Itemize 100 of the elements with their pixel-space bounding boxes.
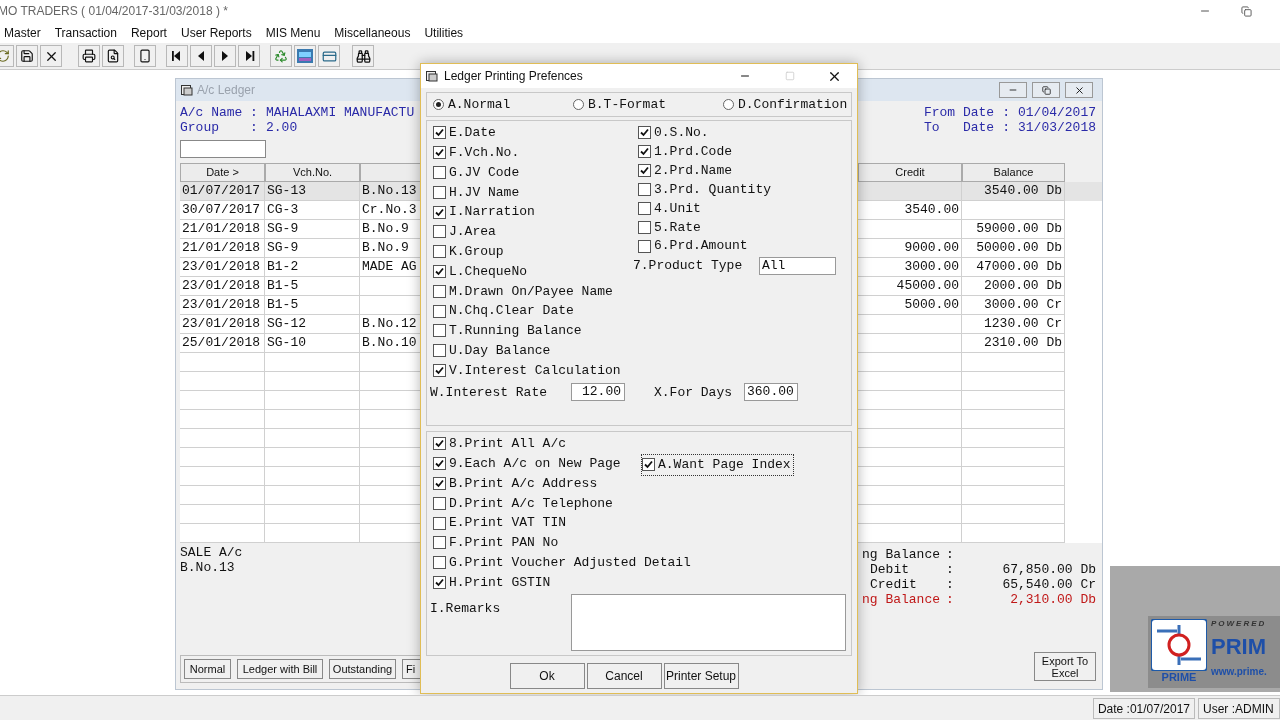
table-cell: B.No.13	[362, 182, 417, 200]
table-cell: 2310.00 Db	[984, 334, 1062, 352]
table-cell: 23/01/2018	[182, 258, 260, 276]
table-cell: 2000.00 Db	[984, 277, 1062, 295]
info-label: To Date	[923, 120, 995, 135]
field-label: I.Remarks	[430, 600, 502, 619]
table-cell: 23/01/2018	[182, 315, 260, 333]
table-cell: 3540.00	[904, 201, 959, 219]
summary-label: Debit	[869, 562, 910, 577]
checkbox-label: H.Print GSTIN	[449, 573, 551, 592]
logo-name: PRIM	[1211, 633, 1267, 661]
field-label: X.For Days	[654, 383, 733, 402]
field-label: W.Interest Rate	[430, 383, 549, 402]
table-cell: MADE AG	[362, 258, 417, 276]
table-cell: 25/01/2018	[182, 334, 260, 352]
table-cell: B.No.10	[362, 334, 417, 352]
checkbox-label: V.Interest Calculation	[449, 361, 621, 380]
info-separator: :	[250, 120, 259, 135]
checkbox-label: E.Print VAT TIN	[449, 514, 567, 533]
checkbox-label: J.Area	[449, 223, 496, 242]
checkbox-label: 6.Prd.Amount	[654, 237, 748, 256]
info-separator: :	[1002, 120, 1010, 135]
summary-value: 65,540.00 Cr	[1002, 577, 1096, 592]
summary-separator: :	[946, 577, 955, 592]
checkbox-label: 4.Unit	[654, 199, 701, 218]
checkbox-label: E.Date	[449, 124, 496, 143]
info-label: Group	[180, 120, 220, 135]
table-cell: 45000.00	[896, 277, 959, 295]
logo-url: www.prime.	[1211, 665, 1267, 679]
summary-value: 2,310.00 Db	[1010, 592, 1096, 607]
summary-value: 67,850.00 Db	[1002, 562, 1096, 577]
table-cell: 3000.00	[904, 258, 959, 276]
logo-text: PRIME	[1161, 671, 1197, 684]
table-cell: B1-5	[267, 296, 299, 314]
checkbox-label: 2.Prd.Name	[654, 161, 732, 180]
table-cell: B.No.9	[362, 239, 409, 257]
checkbox-label: G.Print Voucher Adjusted Detail	[449, 553, 691, 572]
checkbox-label: I.Narration	[449, 203, 535, 222]
checkbox-label: F.Print PAN No	[449, 534, 559, 553]
info-label: From Date	[923, 105, 995, 120]
checkbox-label: 9.Each A/c on New Page	[449, 454, 621, 473]
dialog-title: Ledger Printing Prefences	[444, 68, 583, 85]
info-separator: :	[1002, 105, 1010, 120]
summary-label: ng Balance	[862, 547, 941, 562]
summary-separator: :	[946, 592, 955, 607]
summary-label: ng Balance	[862, 592, 941, 607]
summary-separator: :	[946, 547, 955, 562]
table-cell: Cr.No.3	[362, 201, 417, 219]
table-cell: SG-9	[267, 220, 299, 238]
info-value: 2.00	[266, 120, 298, 135]
table-cell: SG-13	[267, 182, 306, 200]
checkbox-label: G.JV Code	[449, 163, 520, 182]
table-cell: 30/07/2017	[182, 201, 260, 219]
checkbox-label: M.Drawn On/Payee Name	[449, 282, 613, 301]
checkbox-label: 8.Print All A/c	[449, 435, 567, 454]
info-value: 31/03/2018	[1018, 120, 1096, 135]
field-label: 7.Product Type	[633, 257, 744, 276]
checkbox-label: 3.Prd. Quantity	[654, 180, 772, 199]
table-cell: SG-12	[267, 315, 306, 333]
table-cell: B.No.9	[362, 220, 409, 238]
info-value: 01/04/2017	[1018, 105, 1096, 120]
checkbox-label: N.Chq.Clear Date	[449, 302, 574, 321]
table-cell: 01/07/2017	[182, 182, 260, 200]
table-cell: 3540.00 Db	[984, 182, 1062, 200]
table-cell: SG-9	[267, 239, 299, 257]
radio-label: A.Normal	[448, 95, 511, 114]
table-cell: CG-3	[267, 201, 299, 219]
logo-tagline: POWERED	[1211, 618, 1267, 630]
checkbox-label: H.JV Name	[449, 183, 520, 202]
table-cell: SG-10	[267, 334, 306, 352]
checkbox-label: L.ChequeNo	[449, 262, 527, 281]
table-cell: 3000.00 Cr	[984, 296, 1062, 314]
table-cell: B.No.12	[362, 315, 417, 333]
narration-text: SALE A/c	[180, 545, 244, 560]
checkbox-label: 0.S.No.	[654, 124, 709, 143]
table-cell: B1-5	[267, 277, 299, 295]
table-cell: 1230.00 Cr	[984, 315, 1062, 333]
checkbox-label: D.Print A/c Telephone	[449, 494, 613, 513]
table-cell: 23/01/2018	[182, 277, 260, 295]
table-cell: 47000.00 Db	[976, 258, 1062, 276]
table-cell: 9000.00	[904, 239, 959, 257]
status-cell: User :ADMIN	[1198, 697, 1280, 719]
radio-label: D.Confirmation	[738, 95, 848, 114]
checkbox-label: U.Day Balance	[449, 341, 551, 360]
table-cell: B1-2	[267, 258, 299, 276]
checkbox-label: 5.Rate	[654, 218, 701, 237]
checkbox-label: B.Print A/c Address	[449, 474, 598, 493]
table-cell: 5000.00	[904, 296, 959, 314]
summary-separator: :	[946, 562, 955, 577]
checkbox-label: T.Running Balance	[449, 322, 582, 341]
window-title: A/c Ledger	[197, 82, 256, 99]
radio-label: B.T-Format	[588, 95, 666, 114]
table-cell: 21/01/2018	[182, 239, 260, 257]
status-cell: Date :01/07/2017	[1092, 697, 1195, 719]
checkbox-label: K.Group	[449, 242, 504, 261]
info-value: MAHALAXMI MANUFACTU	[266, 105, 415, 120]
info-label: A/c Name	[180, 105, 244, 120]
narration-text: B.No.13	[180, 560, 236, 575]
checkbox-label: A.Want Page Index	[658, 455, 791, 474]
checkbox-label: F.Vch.No.	[449, 143, 520, 162]
